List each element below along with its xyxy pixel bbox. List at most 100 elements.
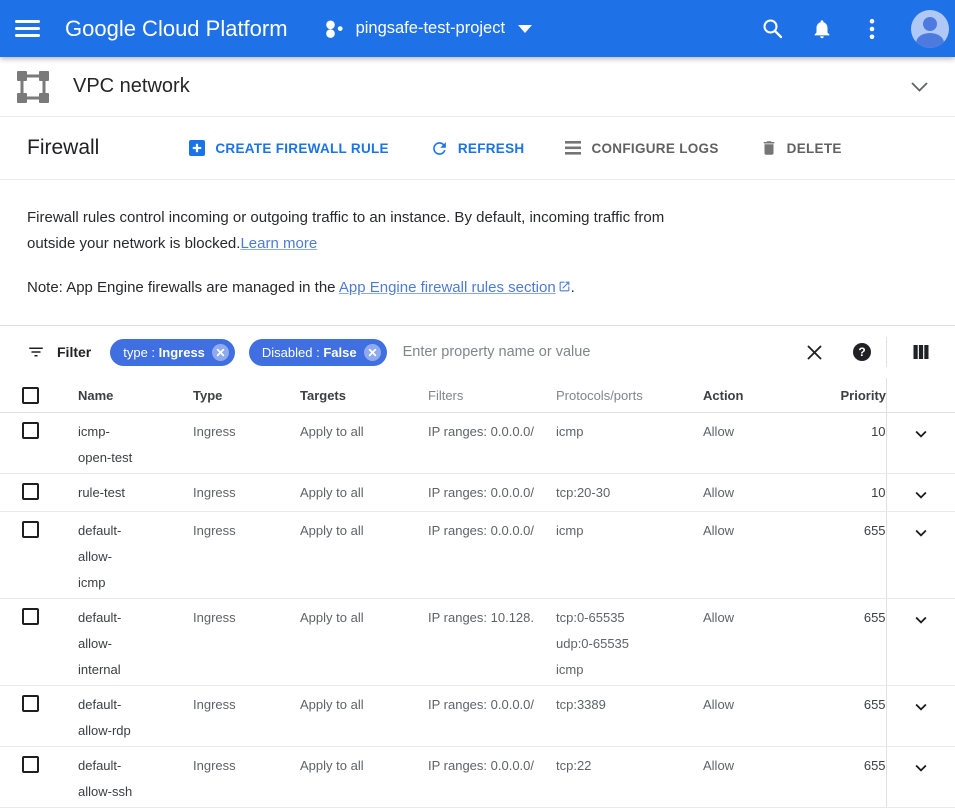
delete-icon — [760, 139, 778, 157]
row-checkbox[interactable] — [22, 483, 39, 500]
cell-name: rule-test — [56, 474, 171, 511]
avatar-person-icon — [923, 17, 937, 31]
cell-priority: 65534 — [808, 692, 886, 718]
create-firewall-rule-button[interactable]: CREATE FIREWALL RULE — [188, 139, 389, 157]
cell-filters: IP ranges: 10.128.0.0/9 — [406, 599, 534, 685]
description-text: Firewall rules control incoming or outgo… — [27, 205, 667, 257]
cell-protocols: tcp:3389 — [534, 686, 681, 746]
expand-row-icon[interactable] — [910, 522, 932, 544]
brand-title: Google Cloud Platform — [65, 16, 288, 42]
table-row: default-allow-rdp Ingress Apply to all I… — [0, 686, 955, 747]
add-box-icon — [188, 139, 206, 157]
cell-protocols: icmp — [534, 413, 681, 473]
cell-protocols: tcp:0-65535 udp:0-65535 icmp — [534, 599, 681, 685]
filter-chip-type[interactable]: type : Ingress — [110, 339, 235, 366]
cell-protocols: tcp:20-30 — [534, 474, 681, 511]
cell-type: Ingress — [171, 747, 278, 807]
col-name: Name — [56, 378, 171, 412]
refresh-icon — [430, 139, 449, 158]
col-filters: Filters — [406, 378, 534, 412]
col-type: Type — [171, 378, 278, 412]
cell-filters: IP ranges: 0.0.0.0/0 — [406, 686, 534, 746]
cell-name: default-allow-internal — [56, 599, 171, 685]
cell-type: Ingress — [171, 413, 278, 473]
firewall-toolbar: Firewall CREATE FIREWALL RULE REFRESH — [0, 117, 955, 180]
expand-row-icon[interactable] — [910, 609, 932, 631]
table-row: rule-test Ingress Apply to all IP ranges… — [0, 474, 955, 512]
cell-type: Ingress — [171, 512, 278, 598]
cell-targets: Apply to all — [278, 599, 406, 685]
row-checkbox[interactable] — [22, 695, 39, 712]
cell-action: Allow — [681, 686, 808, 746]
col-protocols: Protocols/ports — [534, 378, 681, 412]
project-icon — [325, 19, 345, 39]
cell-protocols: tcp:22 — [534, 747, 681, 807]
cell-action: Allow — [681, 512, 808, 598]
learn-more-link[interactable]: Learn more — [240, 235, 317, 252]
expand-row-icon[interactable] — [910, 757, 932, 779]
cell-action: Allow — [681, 747, 808, 807]
notifications-icon[interactable] — [797, 5, 847, 53]
cell-type: Ingress — [171, 686, 278, 746]
list-icon — [565, 141, 582, 155]
cell-action: Allow — [681, 413, 808, 473]
col-targets: Targets — [278, 378, 406, 412]
firewall-table: Name Type Targets Filters Protocols/port… — [0, 378, 955, 808]
open-in-new-icon — [558, 276, 571, 302]
project-name: pingsafe-test-project — [356, 19, 506, 38]
row-checkbox[interactable] — [22, 422, 39, 439]
search-icon[interactable] — [747, 5, 797, 53]
cell-priority: 65534 — [808, 605, 886, 631]
menu-icon[interactable] — [0, 17, 54, 39]
caret-down-icon — [518, 25, 532, 33]
chevron-down-icon[interactable] — [911, 82, 928, 92]
cell-name: icmp-open-test — [56, 413, 171, 473]
cell-filters: IP ranges: 0.0.0.0/0 — [406, 512, 534, 598]
app-engine-firewall-link[interactable]: App Engine firewall rules section — [339, 279, 571, 296]
table-row: default-allow-icmp Ingress Apply to all … — [0, 512, 955, 599]
note-text: Note: App Engine firewalls are managed i… — [27, 275, 928, 302]
cell-action: Allow — [681, 599, 808, 685]
cell-targets: Apply to all — [278, 474, 406, 511]
project-selector[interactable]: pingsafe-test-project — [325, 19, 533, 39]
cell-name: default-allow-rdp — [56, 686, 171, 746]
refresh-button[interactable]: REFRESH — [430, 139, 525, 158]
table-row: icmp-open-test Ingress Apply to all IP r… — [0, 413, 955, 474]
configure-logs-button[interactable]: CONFIGURE LOGS — [565, 141, 718, 156]
col-priority: Priority — [808, 388, 886, 403]
help-icon[interactable]: ? — [838, 343, 886, 361]
clear-filters-icon[interactable] — [790, 344, 838, 361]
remove-chip-icon[interactable] — [212, 344, 229, 361]
filter-bar: Filter type : Ingress Disabled : False — [0, 325, 955, 378]
table-header: Name Type Targets Filters Protocols/port… — [0, 378, 955, 413]
column-display-icon[interactable] — [887, 343, 955, 361]
cell-filters: IP ranges: 0.0.0.0/0 — [406, 413, 534, 473]
expand-row-icon[interactable] — [910, 696, 932, 718]
cell-name: default-allow-icmp — [56, 512, 171, 598]
cell-targets: Apply to all — [278, 413, 406, 473]
cell-priority: 65534 — [808, 753, 886, 779]
cell-type: Ingress — [171, 599, 278, 685]
cell-priority: 65534 — [808, 518, 886, 544]
select-all-checkbox[interactable] — [22, 387, 39, 404]
avatar[interactable] — [911, 10, 949, 48]
cell-targets: Apply to all — [278, 512, 406, 598]
page-title: VPC network — [73, 75, 190, 98]
cell-type: Ingress — [171, 474, 278, 511]
delete-button[interactable]: DELETE — [760, 139, 842, 157]
expand-row-icon[interactable] — [910, 423, 932, 445]
remove-chip-icon[interactable] — [364, 344, 381, 361]
expand-row-icon[interactable] — [910, 484, 932, 506]
overflow-icon[interactable] — [847, 5, 897, 53]
table-row: default-allow-ssh Ingress Apply to all I… — [0, 747, 955, 808]
row-checkbox[interactable] — [22, 608, 39, 625]
row-checkbox[interactable] — [22, 756, 39, 773]
cell-name: default-allow-ssh — [56, 747, 171, 807]
cell-targets: Apply to all — [278, 686, 406, 746]
service-header: VPC network — [0, 57, 955, 117]
filter-input[interactable] — [389, 343, 790, 361]
row-checkbox[interactable] — [22, 521, 39, 538]
cell-protocols: icmp — [534, 512, 681, 598]
cell-filters: IP ranges: 0.0.0.0/0 — [406, 747, 534, 807]
filter-chip-disabled[interactable]: Disabled : False — [249, 339, 387, 366]
